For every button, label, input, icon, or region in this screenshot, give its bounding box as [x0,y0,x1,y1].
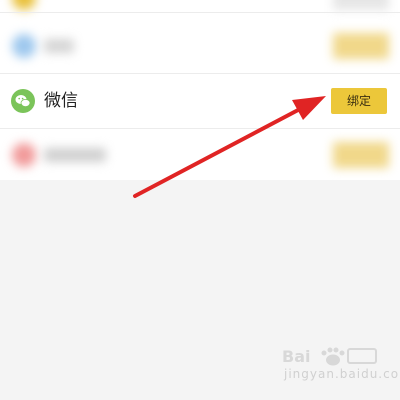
binding-list: 微信 绑定 [0,0,400,180]
list-item[interactable] [0,20,400,72]
bind-button-blurred[interactable] [333,0,389,10]
account-icon [12,143,36,167]
bind-button-blurred[interactable] [333,33,389,59]
bind-button[interactable]: 绑定 [331,88,387,114]
account-label [44,148,106,162]
account-icon [12,34,36,58]
list-item[interactable] [0,0,400,10]
divider [0,12,400,13]
wechat-label: 微信 [44,91,78,111]
watermark-text: jingyan.baidu.com [284,367,400,381]
baidu-logo-icon: Bai [282,347,377,366]
wechat-icon [11,89,35,113]
svg-text:Bai: Bai [282,347,310,366]
account-binding-screen: 微信 绑定 Bai jingyan.baidu.com [0,0,400,400]
bind-button-blurred[interactable] [333,142,389,168]
watermark: Bai jingyan.baidu.com [262,345,400,393]
account-label [44,39,74,53]
list-item[interactable] [0,129,400,179]
account-icon [12,0,36,10]
